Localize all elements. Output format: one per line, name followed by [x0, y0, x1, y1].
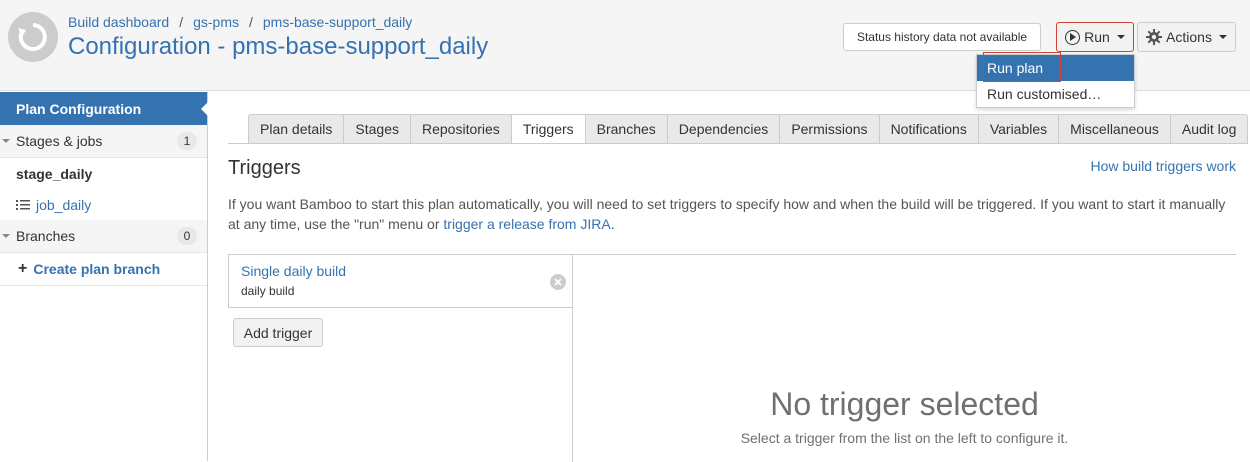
- actions-button[interactable]: Actions: [1137, 22, 1236, 52]
- add-trigger-button[interactable]: Add trigger: [233, 318, 323, 347]
- chevron-down-icon: [1218, 35, 1227, 39]
- sidebar-item-stage[interactable]: stage_daily: [0, 158, 207, 189]
- breadcrumb-project[interactable]: gs-pms: [193, 14, 239, 30]
- plus-icon: +: [18, 260, 28, 277]
- tab-permissions[interactable]: Permissions: [780, 114, 880, 144]
- trigger-list: Single daily build daily build Add trigg…: [228, 255, 573, 462]
- tab-plan-details[interactable]: Plan details: [248, 114, 345, 144]
- gear-icon: [1146, 29, 1163, 45]
- trigger-name[interactable]: Single daily build: [241, 263, 560, 279]
- empty-state-title: No trigger selected: [770, 386, 1039, 422]
- jira-release-link[interactable]: trigger a release from JIRA: [443, 216, 610, 232]
- triggers-panel: Single daily build daily build Add trigg…: [228, 254, 1236, 462]
- actions-button-label: Actions: [1166, 29, 1212, 45]
- status-history-box: Status history data not available: [843, 23, 1041, 51]
- help-link-build-triggers[interactable]: How build triggers work: [1091, 158, 1237, 174]
- bamboo-logo-icon: [8, 12, 58, 62]
- expand-icon: [2, 139, 10, 143]
- triggers-description: If you want Bamboo to start this plan au…: [228, 196, 1226, 232]
- section-title: Triggers: [228, 157, 301, 179]
- run-dropdown-menu: Run plan Run customised…: [976, 52, 1135, 108]
- play-icon: [1065, 29, 1081, 45]
- tab-repositories[interactable]: Repositories: [410, 114, 512, 144]
- breadcrumb-build-dashboard[interactable]: Build dashboard: [68, 14, 169, 30]
- run-button-label: Run: [1084, 29, 1110, 45]
- sidebar-item-plan-configuration[interactable]: Plan Configuration: [0, 92, 208, 125]
- run-button[interactable]: Run: [1056, 22, 1134, 52]
- create-plan-branch-link[interactable]: + Create plan branch: [0, 253, 207, 286]
- tab-dependencies[interactable]: Dependencies: [667, 114, 781, 144]
- page-title: Configuration - pms-base-support_daily: [68, 33, 489, 60]
- tab-miscellaneous[interactable]: Miscellaneous: [1059, 114, 1171, 144]
- trigger-list-item[interactable]: Single daily build daily build: [228, 255, 572, 308]
- tab-divider: [228, 143, 1236, 144]
- menu-item-run-plan[interactable]: Run plan: [977, 52, 1134, 82]
- sidebar-section-branches[interactable]: Branches 0: [0, 220, 207, 253]
- tab-stages[interactable]: Stages: [344, 114, 411, 144]
- tab-branches[interactable]: Branches: [585, 114, 668, 144]
- tab-audit-log[interactable]: Audit log: [1170, 114, 1249, 144]
- breadcrumb: Build dashboard / gs-pms / pms-base-supp…: [68, 14, 413, 30]
- sidebar: Plan Configuration Stages & jobs 1 stage…: [0, 92, 208, 461]
- chevron-down-icon: [1116, 35, 1125, 39]
- stages-count-badge: 1: [177, 132, 197, 150]
- branches-count-badge: 0: [177, 227, 197, 245]
- sidebar-section-stages[interactable]: Stages & jobs 1: [0, 125, 207, 158]
- empty-state-subtitle: Select a trigger from the list on the le…: [740, 430, 1069, 446]
- menu-item-run-customised[interactable]: Run customised…: [977, 81, 1134, 107]
- breadcrumb-plan[interactable]: pms-base-support_daily: [263, 14, 412, 30]
- tab-variables[interactable]: Variables: [978, 114, 1060, 144]
- list-icon: [16, 199, 30, 211]
- trigger-description: daily build: [241, 284, 295, 298]
- expand-icon: [2, 234, 10, 238]
- config-tabs: Plan details Stages Repositories Trigger…: [248, 114, 1249, 144]
- remove-trigger-icon[interactable]: [550, 274, 566, 290]
- tab-triggers[interactable]: Triggers: [511, 114, 586, 144]
- tab-notifications[interactable]: Notifications: [879, 114, 979, 144]
- sidebar-item-job[interactable]: job_daily: [0, 189, 207, 220]
